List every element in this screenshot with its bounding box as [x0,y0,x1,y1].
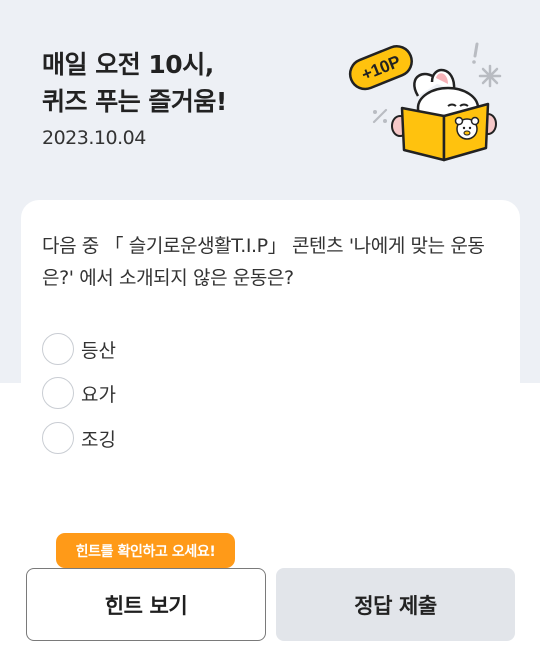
exclamation-icon [472,42,479,64]
answer-option-label: 요가 [81,383,116,406]
radio-button[interactable] [42,377,74,409]
sparkle-icon [478,64,502,88]
hint-tooltip: 힌트를 확인하고 오세요! [56,533,235,576]
answer-option-2[interactable]: 요가 [42,377,116,409]
quiz-date: 2023.10.04 [42,127,146,149]
points-badge: +10P [348,45,413,91]
answer-option-label: 조깅 [81,428,116,451]
radio-button[interactable] [42,422,74,454]
title-line-1: 매일 오전 10시, [42,50,214,79]
page-title: 매일 오전 10시, 퀴즈 푸는 즐거움! [42,46,227,120]
title-line-2: 퀴즈 푸는 즐거움! [42,87,227,116]
answer-option-1[interactable]: 등산 [42,333,116,365]
quiz-question: 다음 중 「 슬기로운생활T.I.P」 콘텐츠 '나에게 맞는 운동은?' 에서… [42,235,485,289]
answer-option-label: 등산 [81,339,116,362]
rabbit-reading-book-illustration: +10P [348,42,502,162]
percent-icon [372,108,388,124]
submit-answer-button[interactable]: 정답 제출 [276,568,515,641]
answer-option-3[interactable]: 조깅 [42,422,116,454]
radio-button[interactable] [42,333,74,365]
hint-button[interactable]: 힌트 보기 [26,568,266,641]
